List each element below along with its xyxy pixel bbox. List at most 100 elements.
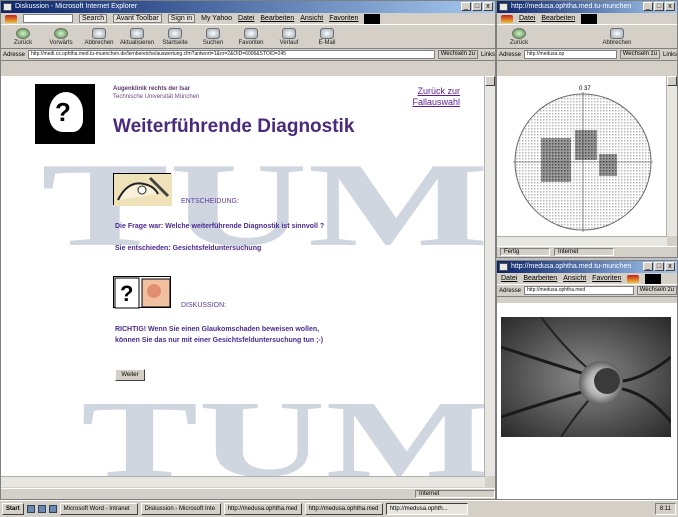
start-button[interactable]: Start <box>2 503 24 515</box>
taskbar: Start Microsoft Word - Intranet Diskussi… <box>0 500 678 517</box>
links-button[interactable]: Links <box>481 52 495 58</box>
avant-toolbar-button[interactable]: Avant Toolbar <box>113 14 162 23</box>
go-button[interactable]: Wechseln zu <box>619 50 660 59</box>
menu-datei[interactable]: Datei <box>501 275 517 282</box>
sign-in-button[interactable]: Sign in <box>167 14 196 23</box>
taskbar-item-medusa-1[interactable]: http://medusa.ophtha.med <box>223 503 302 515</box>
google-toolbar-icon[interactable] <box>627 274 640 283</box>
search-icon <box>206 28 220 39</box>
decision-illustration <box>113 173 172 206</box>
main-window-title: Diskussion - Microsoft Internet Explorer <box>15 3 138 10</box>
address-input[interactable]: http://medusa.op <box>524 50 617 59</box>
taskbar-item-word[interactable]: Microsoft Word - Intranet <box>59 503 138 515</box>
quicklaunch-desktop-icon[interactable] <box>26 505 35 513</box>
visual-field-vertical-scrollbar[interactable] <box>666 76 677 236</box>
visual-field-window: http://medusa.ophtha.med.tu-munchen _ □ … <box>496 0 678 258</box>
back-arrow-icon <box>512 28 526 39</box>
windows-logo-icon <box>645 273 662 284</box>
next-button[interactable]: Weiter <box>115 369 145 381</box>
status-zone: Internet <box>415 490 495 498</box>
forward-button[interactable]: Vorwärts <box>43 28 79 46</box>
taskbar-item-medusa-3[interactable]: http://medusa.ophth... <box>385 503 468 515</box>
my-yahoo-link[interactable]: My Yahoo <box>201 15 232 22</box>
stop-button[interactable]: Abbrechen <box>599 28 635 46</box>
system-tray-clock: 8:11 <box>654 503 676 515</box>
menu-ansicht[interactable]: Ansicht <box>300 15 323 22</box>
home-button[interactable]: Startseite <box>157 28 193 46</box>
back-to-case-selection-link[interactable]: Zurück zur Fallauswahl <box>400 86 460 108</box>
question-text: Die Frage war: Welche weiterführende Dia… <box>115 223 325 230</box>
menu-bearbeiten[interactable]: Bearbeiten <box>260 15 294 22</box>
maximize-button[interactable]: □ <box>472 2 482 11</box>
visual-field-window-title: http://medusa.ophtha.med.tu-munchen <box>511 3 632 10</box>
fundus-titlebar[interactable]: http://medusa.ophtha.med.tu-munchen _ □ … <box>497 261 677 273</box>
menu-favoriten[interactable]: Favoriten <box>329 15 358 22</box>
browser-icon <box>499 263 508 271</box>
stop-button[interactable]: Abbrechen <box>81 28 117 46</box>
search-button[interactable]: Suchen <box>195 28 231 46</box>
menu-ansicht[interactable]: Ansicht <box>563 275 586 282</box>
history-button[interactable]: Verlauf <box>271 28 307 46</box>
close-button[interactable]: x <box>483 2 493 11</box>
close-button[interactable]: x <box>665 2 675 11</box>
toolbar-search-button[interactable]: Search <box>79 14 108 23</box>
google-toolbar-icon[interactable] <box>501 14 513 23</box>
status-zone: Internet <box>554 248 614 256</box>
main-horizontal-scrollbar[interactable] <box>1 476 485 487</box>
visual-field-titlebar[interactable]: http://medusa.ophtha.med.tu-munchen _ □ … <box>497 1 677 13</box>
main-vertical-scrollbar[interactable] <box>484 76 495 476</box>
taskbar-item-diskussion[interactable]: Diskussion - Microsoft Inte <box>140 503 221 515</box>
fundus-photo <box>501 317 671 437</box>
main-browser-window: Diskussion - Microsoft Internet Explorer… <box>0 0 496 500</box>
status-text: Fertig <box>500 248 550 256</box>
scroll-up-button[interactable] <box>485 76 495 86</box>
back-button[interactable]: Zurück <box>5 28 41 46</box>
minimize-button[interactable]: _ <box>643 2 653 11</box>
visual-field-menubar: Datei Bearbeiten <box>497 13 677 25</box>
links-button[interactable]: Links <box>663 52 677 58</box>
favorites-icon <box>244 28 258 39</box>
taskbar-item-medusa-2[interactable]: http://medusa.ophtha.med <box>304 503 383 515</box>
history-icon <box>282 28 296 39</box>
quicklaunch-mail-icon[interactable] <box>48 505 57 513</box>
visual-field-plot <box>513 92 653 232</box>
menu-bearbeiten[interactable]: Bearbeiten <box>541 15 575 22</box>
fundus-window: http://medusa.ophtha.med.tu-munchen _ □ … <box>496 260 678 500</box>
toolbar-search-input[interactable] <box>23 14 73 23</box>
back-button[interactable]: Zurück <box>501 28 537 46</box>
scroll-up-button[interactable] <box>667 76 677 86</box>
answer-text: Sie entschieden: Gesichtsfelduntersuchun… <box>115 245 262 252</box>
menu-bearbeiten[interactable]: Bearbeiten <box>523 275 557 282</box>
close-button[interactable]: x <box>665 262 675 271</box>
maximize-button[interactable]: □ <box>654 2 664 11</box>
minimize-button[interactable]: _ <box>461 2 471 11</box>
main-window-titlebar[interactable]: Diskussion - Microsoft Internet Explorer… <box>1 1 495 13</box>
visual-field-toolbar: Zurück Abbrechen <box>497 25 677 49</box>
mail-button[interactable]: E-Mail <box>309 28 345 46</box>
menu-datei[interactable]: Datei <box>238 15 254 22</box>
maximize-button[interactable]: □ <box>654 262 664 271</box>
windows-logo-icon <box>364 13 381 24</box>
quicklaunch-browser-icon[interactable] <box>37 505 46 513</box>
go-button[interactable]: Wechseln zu <box>636 286 677 295</box>
address-input[interactable]: http://medusa.ophtha.med <box>524 286 634 295</box>
navigation-toolbar: Zurück Vorwärts Abbrechen Aktualisieren … <box>1 25 495 49</box>
address-label: Adresse <box>3 51 26 58</box>
go-button[interactable]: Wechseln zu <box>437 50 478 59</box>
refresh-button[interactable]: Aktualisieren <box>119 28 155 46</box>
fundus-window-title: http://medusa.ophtha.med.tu-munchen <box>511 263 632 270</box>
browser-icon <box>3 3 12 11</box>
favorites-button[interactable]: Favoriten <box>233 28 269 46</box>
minimize-button[interactable]: _ <box>643 262 653 271</box>
google-toolbar-icon[interactable] <box>5 14 17 23</box>
menu-favoriten[interactable]: Favoriten <box>592 275 621 282</box>
home-icon <box>168 28 182 39</box>
mail-icon <box>320 28 334 39</box>
decision-label: ENTSCHEIDUNG: <box>181 198 239 205</box>
address-input[interactable]: http://medi.cs.ophtha.med.tu-muenchen.de… <box>28 50 435 59</box>
forward-arrow-icon <box>54 28 68 39</box>
institute-name: Augenklinik rechts der Isar <box>113 86 191 92</box>
fundus-address-bar: Adresse http://medusa.ophtha.med Wechsel… <box>497 285 677 297</box>
fundus-content <box>497 303 677 499</box>
menu-datei[interactable]: Datei <box>519 15 535 22</box>
